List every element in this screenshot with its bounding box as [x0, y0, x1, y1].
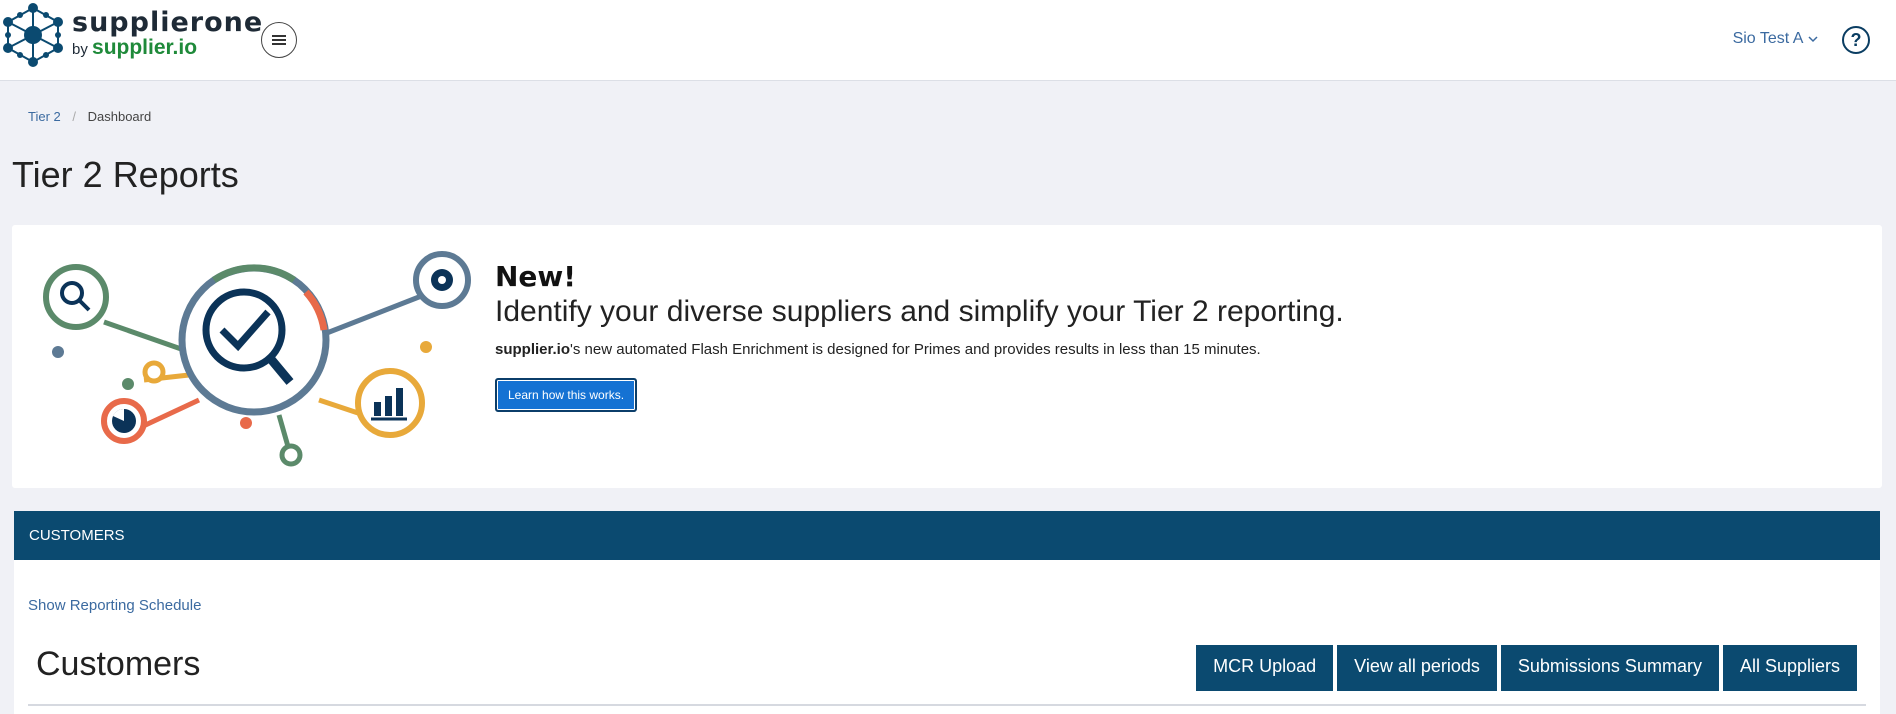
promo-desc-brand: supplier.io	[495, 341, 571, 358]
promo-desc-text: 's new automated Flash Enrichment is des…	[570, 341, 1261, 358]
breadcrumb-current: Dashboard	[87, 109, 152, 124]
help-button[interactable]: ?	[1842, 26, 1870, 54]
user-menu[interactable]: Sio Test A	[1733, 30, 1818, 48]
brand-by: by supplier.io	[72, 36, 263, 60]
help-icon: ?	[1850, 29, 1862, 50]
page-title: Tier 2 Reports	[12, 154, 239, 195]
customers-section-header: CUSTOMERS	[14, 511, 1880, 560]
promo-new-label: New!	[495, 260, 577, 293]
brand-sub: supplier.io	[92, 36, 198, 59]
mcr-upload-button[interactable]: MCR Upload	[1196, 645, 1334, 691]
top-header: supplierone by supplier.io Sio Test A ?	[0, 0, 1896, 81]
view-all-periods-button[interactable]: View all periods	[1337, 645, 1497, 691]
promo-headline: Identify your diverse suppliers and simp…	[495, 295, 1344, 328]
customers-actions: MCR Upload View all periods Submissions …	[1196, 645, 1857, 691]
breadcrumb: Tier 2 / Dashboard	[28, 109, 151, 124]
supplierone-logo-icon	[3, 3, 63, 67]
enrichment-illustration-icon	[43, 251, 471, 467]
promo-text: New! Identify your diverse suppliers and…	[495, 260, 1344, 412]
breadcrumb-separator: /	[72, 109, 76, 124]
hamburger-icon	[272, 35, 286, 45]
brand[interactable]: supplierone by supplier.io	[72, 8, 263, 60]
all-suppliers-button[interactable]: All Suppliers	[1722, 645, 1857, 691]
user-name: Sio Test A	[1732, 30, 1803, 47]
customers-section-body: Show Reporting Schedule Customers MCR Up…	[14, 560, 1880, 714]
hamburger-menu-button[interactable]	[261, 22, 297, 58]
show-reporting-schedule-link[interactable]: Show Reporting Schedule	[28, 597, 201, 614]
submissions-summary-button[interactable]: Submissions Summary	[1500, 645, 1719, 691]
promo-description: supplier.io's new automated Flash Enrich…	[495, 341, 1344, 358]
customers-title: Customers	[36, 645, 201, 683]
learn-how-button[interactable]: Learn how this works.	[495, 378, 638, 412]
promo-card: New! Identify your diverse suppliers and…	[12, 225, 1882, 488]
brand-name: supplierone	[72, 7, 264, 38]
breadcrumb-tier2[interactable]: Tier 2	[28, 109, 61, 124]
brand-by-label: by	[72, 41, 88, 58]
divider	[28, 704, 1866, 706]
chevron-down-icon	[1808, 36, 1818, 42]
